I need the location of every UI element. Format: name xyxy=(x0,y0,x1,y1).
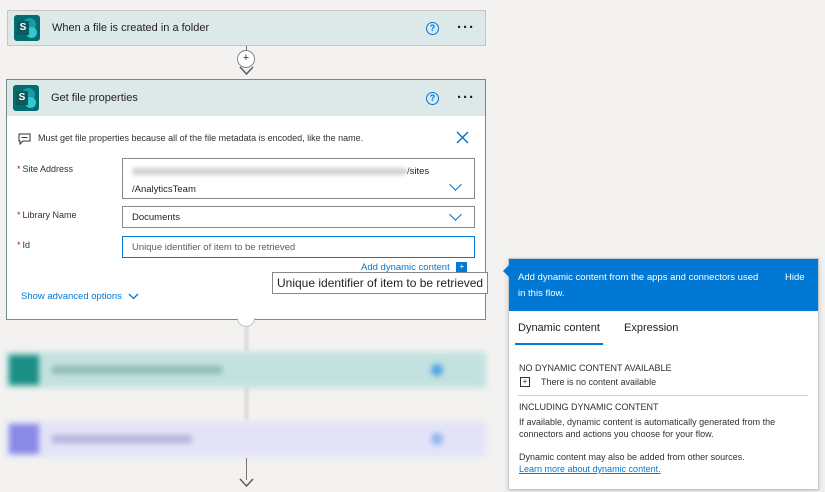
action-title: Get file properties xyxy=(51,92,138,104)
trigger-card[interactable]: S When a file is created in a folder ? ·… xyxy=(7,10,486,46)
id-placeholder: Unique identifier of item to be retrieve… xyxy=(132,242,296,253)
site-address-value-line2: /AnalyticsTeam xyxy=(132,184,196,195)
redacted-text xyxy=(132,167,407,175)
no-content-text: There is no content available xyxy=(541,377,657,387)
close-icon[interactable] xyxy=(456,131,469,144)
dynamic-content-panel-header: Add dynamic content from the apps and co… xyxy=(509,259,818,311)
chevron-down-icon xyxy=(128,293,138,300)
chevron-down-icon[interactable] xyxy=(449,178,462,191)
add-icon: + xyxy=(520,377,530,387)
library-name-label: * Library Name xyxy=(17,210,77,220)
connector-line xyxy=(246,458,247,480)
connector-line xyxy=(246,327,247,352)
id-input[interactable]: Unique identifier of item to be retrieve… xyxy=(122,236,475,258)
connector-line xyxy=(246,388,247,420)
comment-icon xyxy=(18,133,31,145)
arrow-down-icon xyxy=(239,66,254,76)
sharepoint-icon: S xyxy=(14,15,40,41)
more-options-icon[interactable]: ··· xyxy=(457,90,475,105)
trigger-title: When a file is created in a folder xyxy=(52,22,210,34)
add-step-handle[interactable] xyxy=(237,318,255,327)
site-address-label: * Site Address xyxy=(17,164,74,174)
tab-dynamic-content[interactable]: Dynamic content xyxy=(518,322,600,334)
tab-expression[interactable]: Expression xyxy=(624,322,678,334)
id-label: * Id xyxy=(17,240,31,250)
add-icon: + xyxy=(456,262,468,273)
get-file-properties-header[interactable]: S Get file properties ? ··· xyxy=(7,80,485,116)
help-icon[interactable]: ? xyxy=(426,91,439,105)
panel-header-text: Add dynamic content from the apps and co… xyxy=(518,272,759,299)
divider xyxy=(518,395,808,396)
help-icon[interactable]: ? xyxy=(426,21,439,35)
field-tooltip: Unique identifier of item to be retrieve… xyxy=(272,272,489,294)
site-address-field[interactable]: /sites /AnalyticsTeam xyxy=(122,158,475,199)
dynamic-content-panel: Add dynamic content from the apps and co… xyxy=(503,258,819,490)
site-address-suffix: /sites xyxy=(407,166,430,177)
library-name-dropdown[interactable]: Documents xyxy=(122,206,475,228)
other-sources-text: Dynamic content may also be added from o… xyxy=(519,452,745,462)
blurred-action-card[interactable] xyxy=(6,352,486,388)
arrow-down-icon xyxy=(239,478,254,488)
tab-active-indicator xyxy=(515,343,603,345)
panel-pointer xyxy=(503,265,509,277)
including-text: If available, dynamic content is automat… xyxy=(519,417,776,439)
chevron-down-icon[interactable] xyxy=(449,208,462,221)
learn-more-link[interactable]: Learn more about dynamic content. xyxy=(519,464,661,474)
blurred-action-card[interactable] xyxy=(6,421,486,457)
library-name-value: Documents xyxy=(132,212,181,223)
trigger-card-header[interactable]: S When a file is created in a folder ? ·… xyxy=(8,11,485,45)
including-title: INCLUDING DYNAMIC CONTENT xyxy=(519,402,659,412)
info-message: Must get file properties because all of … xyxy=(38,133,364,143)
hide-button[interactable]: Hide xyxy=(785,272,805,283)
more-options-icon[interactable]: ··· xyxy=(457,20,475,35)
sharepoint-icon: S xyxy=(13,85,39,111)
show-advanced-options[interactable]: Show advanced options xyxy=(21,291,139,302)
no-content-title: NO DYNAMIC CONTENT AVAILABLE xyxy=(519,363,672,373)
